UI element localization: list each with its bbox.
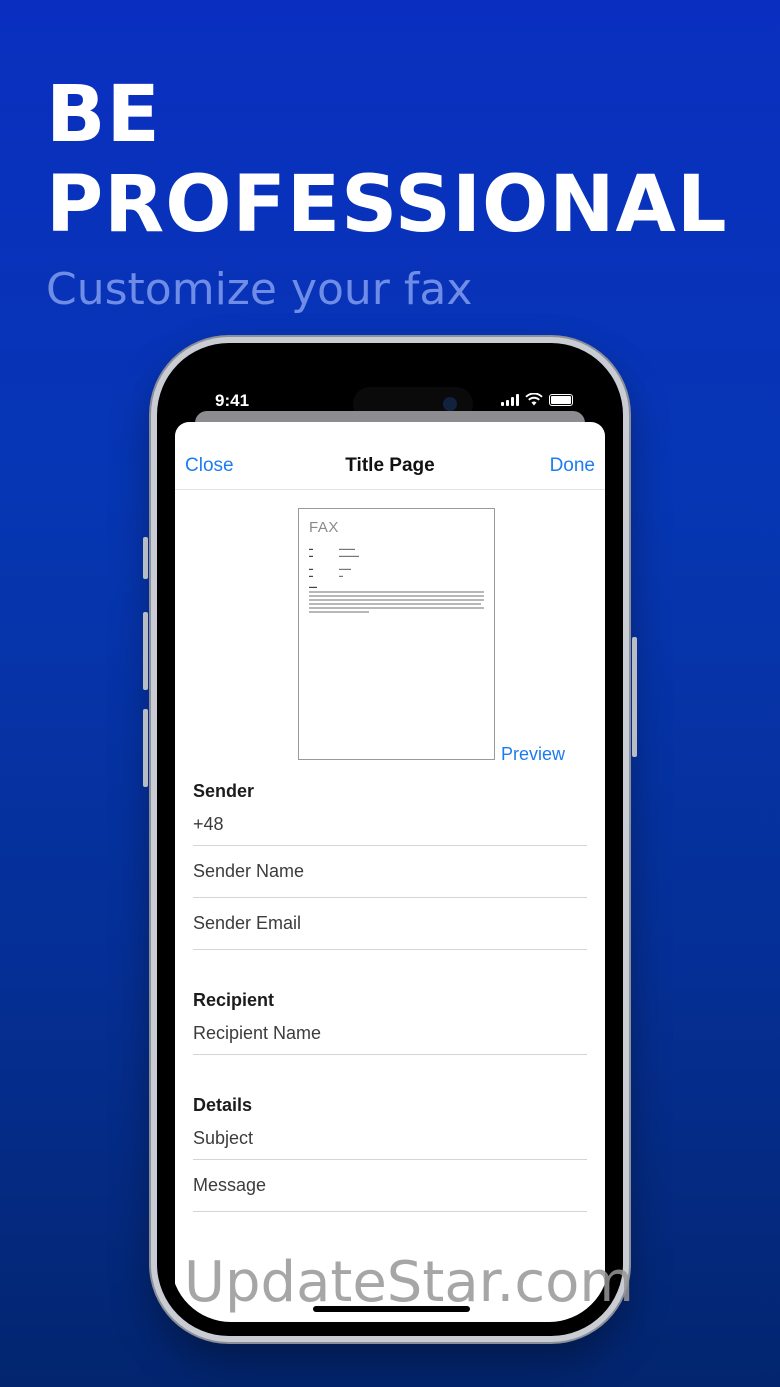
phone-frame: 9:41 Close Title Page Done FAX ▬ ▬▬▬▬ ▬ … [143, 337, 637, 1342]
subject-field[interactable]: Subject [193, 1116, 587, 1160]
home-indicator[interactable] [313, 1306, 470, 1312]
headline-line-1: BE [46, 70, 161, 160]
headline: BE PROFESSIONAL [46, 70, 728, 250]
details-section: Details Subject Message [175, 1095, 605, 1212]
preview-link[interactable]: Preview [501, 744, 565, 765]
wifi-icon [525, 393, 543, 406]
sender-name-field[interactable]: Sender Name [193, 846, 587, 898]
details-section-title: Details [193, 1095, 253, 1115]
volume-up-button [143, 612, 148, 690]
sender-phone-field[interactable]: +48 [193, 802, 587, 846]
sender-email-field[interactable]: Sender Email [193, 898, 587, 950]
sender-section: Sender +48 Sender Name Sender Email [175, 781, 605, 950]
fax-page-thumbnail[interactable]: FAX ▬ ▬▬▬▬ ▬ ▬▬▬▬▬ ▬ ▬▬▬ ▬ ▬ ▬▬ [298, 508, 495, 760]
done-button[interactable]: Done [550, 455, 595, 477]
recipient-section: Recipient Recipient Name [175, 990, 605, 1055]
fax-preview-area: FAX ▬ ▬▬▬▬ ▬ ▬▬▬▬▬ ▬ ▬▬▬ ▬ ▬ ▬▬ Preview [175, 490, 605, 775]
volume-down-button [143, 709, 148, 787]
page-title: Title Page [345, 455, 435, 476]
sender-section-title: Sender [193, 781, 255, 801]
cellular-signal-icon [501, 393, 519, 406]
screen: 9:41 Close Title Page Done FAX ▬ ▬▬▬▬ ▬ … [171, 357, 609, 1322]
title-page-sheet: Close Title Page Done FAX ▬ ▬▬▬▬ ▬ ▬▬▬▬▬ ▬… [175, 422, 605, 1322]
headline-line-2: PROFESSIONAL [46, 160, 728, 250]
recipient-section-title: Recipient [193, 990, 275, 1010]
power-button [632, 637, 637, 757]
nav-bar: Close Title Page Done [175, 422, 605, 490]
recipient-name-field[interactable]: Recipient Name [193, 1011, 587, 1055]
fax-header: FAX [309, 519, 339, 536]
action-button [143, 537, 148, 579]
fax-message-lines [309, 591, 484, 613]
subheadline: Customize your fax [46, 264, 473, 315]
message-field[interactable]: Message [193, 1160, 587, 1212]
status-time: 9:41 [215, 391, 250, 410]
battery-icon [549, 393, 573, 406]
